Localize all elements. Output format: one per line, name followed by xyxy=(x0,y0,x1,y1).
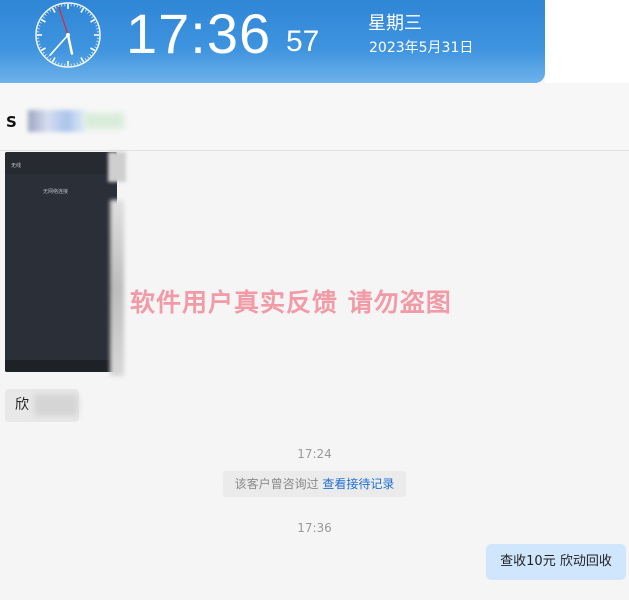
clock-tick xyxy=(95,43,98,45)
clock-time: 17:36 xyxy=(126,2,272,65)
timestamp: 17:24 xyxy=(297,447,332,461)
clock-tick xyxy=(42,51,45,54)
redacted-name-blur xyxy=(28,110,86,132)
clock-tick xyxy=(84,58,87,61)
clock-tick xyxy=(94,46,97,48)
clock-tick xyxy=(76,62,78,65)
image-topbar xyxy=(5,152,117,174)
clock-tick xyxy=(38,25,41,27)
clock-tick xyxy=(79,6,81,9)
clock-tick xyxy=(80,7,85,13)
clock-tick xyxy=(39,46,42,48)
clock-date: 2023年5月31日 xyxy=(369,40,474,56)
clock-tick xyxy=(90,18,96,23)
clock-tick xyxy=(51,57,56,63)
clock-seconds: 57 xyxy=(286,25,320,58)
clock-tick xyxy=(44,13,47,16)
image-caption-top: 无线 xyxy=(11,163,22,169)
analog-clock-icon xyxy=(35,2,101,68)
clock-tick xyxy=(58,62,60,65)
clock-tick xyxy=(49,9,52,12)
clock-tick xyxy=(89,13,92,16)
clock-tick xyxy=(94,22,97,24)
clock-banner: 17:36 57 星期三 2023年5月31日 xyxy=(0,0,545,83)
incoming-message-text: 欣 xyxy=(15,397,29,413)
clock-tick xyxy=(79,61,81,64)
image-navbar xyxy=(5,360,117,372)
clock-tick xyxy=(39,22,42,24)
clock-tick xyxy=(87,56,90,59)
redacted-edge-blur xyxy=(108,152,126,182)
clock-tick xyxy=(40,18,46,23)
clock-tick xyxy=(49,58,52,61)
clock-tick xyxy=(55,61,57,64)
clock-tick xyxy=(46,11,49,14)
timestamp: 17:36 xyxy=(297,521,332,535)
chat-header: S xyxy=(0,83,629,151)
outgoing-message-text: 查收10元 欣动回收 xyxy=(500,554,612,569)
outgoing-message-bubble: 查收10元 欣动回收 xyxy=(486,544,626,580)
blank-area xyxy=(545,0,629,83)
clock-tick xyxy=(51,7,56,13)
clock-tick xyxy=(84,9,87,12)
watermark-text: 软件用户真实反馈 请勿盗图 xyxy=(130,288,452,317)
contact-name: S xyxy=(6,113,17,131)
clock-tick xyxy=(42,16,45,19)
clock-tick xyxy=(44,54,47,57)
view-reception-records-link[interactable]: 查看接待记录 xyxy=(322,477,394,491)
clock-tick xyxy=(55,6,57,9)
clock-tick xyxy=(76,5,78,8)
clock-tick xyxy=(40,47,46,52)
notice-text: 该客户曾咨询过 xyxy=(234,477,323,491)
redacted-edge-blur-2 xyxy=(110,200,124,376)
consult-history-notice: 该客户曾咨询过 查看接待记录 xyxy=(223,471,406,497)
clock-tick xyxy=(89,54,92,57)
clock-tick xyxy=(95,25,98,27)
clock-tick xyxy=(46,56,49,59)
clock-tick xyxy=(91,16,94,19)
chat-image-message[interactable]: 无线 无网络连接 xyxy=(5,152,117,372)
redacted-status-blur xyxy=(84,113,124,129)
clock-weekday: 星期三 xyxy=(368,13,422,34)
image-caption-mid: 无网络连接 xyxy=(43,189,69,195)
clock-tick xyxy=(90,47,96,52)
clock-tick xyxy=(91,51,94,54)
clock-tick xyxy=(80,57,85,63)
clock-tick xyxy=(38,43,41,45)
redacted-message-blur xyxy=(34,394,78,416)
clock-tick xyxy=(87,11,90,14)
